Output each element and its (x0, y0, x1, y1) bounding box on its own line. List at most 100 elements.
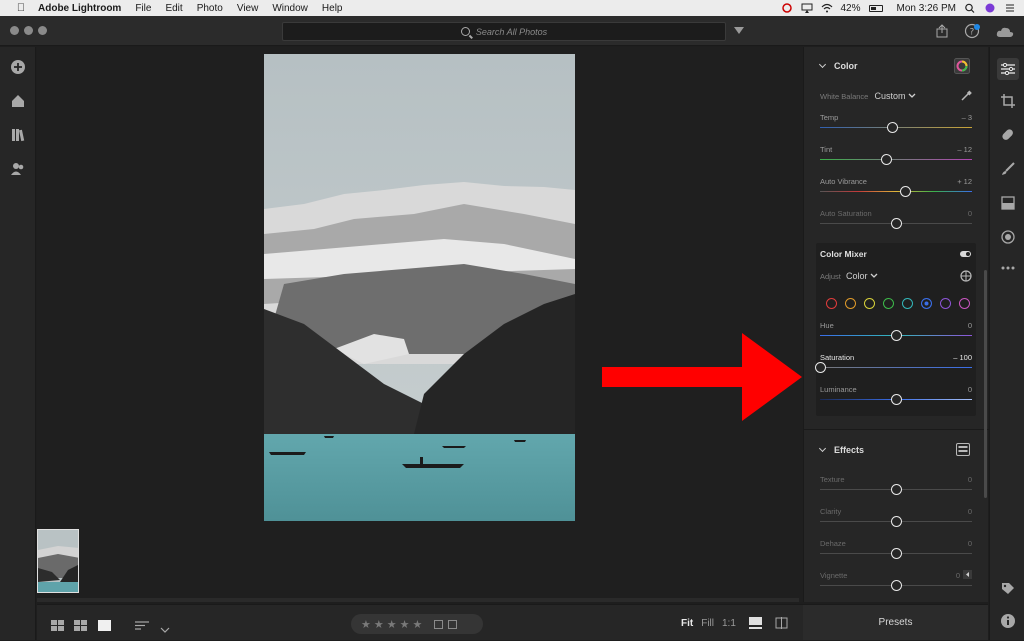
mixer-saturation-knob[interactable] (814, 362, 826, 373)
window-minimize-button[interactable] (24, 26, 33, 35)
keywords-tag-icon[interactable] (1000, 581, 1016, 597)
color-swatch-3[interactable] (883, 298, 894, 309)
tint-slider[interactable]: Tint – 12 (820, 145, 972, 175)
library-icon[interactable] (10, 127, 26, 143)
rating-stars[interactable]: ★★★★★ (351, 614, 483, 634)
share-icon[interactable] (936, 24, 948, 43)
vibrance-track[interactable] (820, 191, 972, 192)
dehaze-slider[interactable]: Dehaze 0 (820, 539, 972, 569)
menu-window[interactable]: Window (272, 3, 308, 14)
vibrance-knob[interactable] (899, 186, 911, 197)
home-icon[interactable] (10, 93, 26, 109)
vignette-expand-icon[interactable] (963, 570, 972, 579)
sort-icon[interactable] (135, 618, 149, 630)
tint-knob[interactable] (881, 154, 893, 165)
mixer-luminance-slider[interactable]: Luminance 0 (820, 385, 972, 415)
clarity-slider[interactable]: Clarity 0 (820, 507, 972, 537)
sort-chevron-down-icon[interactable] (160, 620, 172, 633)
mixer-luminance-knob[interactable] (890, 394, 902, 405)
brush-icon[interactable] (1000, 161, 1016, 177)
color-swatch-4[interactable] (902, 298, 913, 309)
effects-panel-icon[interactable] (956, 443, 970, 458)
clarity-knob[interactable] (890, 516, 902, 527)
filmstrip-thumbnail[interactable] (37, 529, 79, 593)
canvas-horizontal-scrollbar[interactable] (37, 598, 799, 602)
vignette-slider[interactable]: Vignette 0 (820, 570, 972, 601)
color-mixer-toggle[interactable] (960, 251, 971, 257)
battery-icon[interactable] (868, 4, 883, 12)
main-photo[interactable] (264, 54, 575, 521)
dehaze-knob[interactable] (890, 548, 902, 559)
texture-slider[interactable]: Texture 0 (820, 475, 972, 505)
flag-reject-icon[interactable] (448, 619, 458, 629)
auto-vibrance-slider[interactable]: Auto Vibrance + 12 (820, 177, 972, 207)
eyedropper-icon[interactable] (960, 90, 972, 104)
menu-view[interactable]: View (237, 3, 259, 14)
photo-grid-view-icon[interactable] (74, 618, 87, 631)
airplay-icon[interactable] (801, 3, 813, 13)
creative-cloud-status-icon[interactable] (781, 3, 793, 13)
mixer-hue-slider[interactable]: Hue 0 (820, 321, 972, 351)
window-close-button[interactable] (10, 26, 19, 35)
color-swatch-2[interactable] (864, 298, 875, 309)
filter-icon[interactable] (734, 27, 744, 34)
tint-track[interactable] (820, 159, 972, 160)
show-original-icon[interactable] (749, 616, 762, 629)
crop-icon[interactable] (1000, 93, 1016, 109)
color-wheel-icon[interactable] (954, 58, 970, 76)
search-field[interactable]: Search All Photos (282, 22, 726, 41)
vignette-knob[interactable] (890, 580, 902, 591)
menu-photo[interactable]: Photo (197, 3, 223, 14)
adjust-dropdown[interactable]: Color (846, 271, 878, 281)
mixer-saturation-slider[interactable]: Saturation – 100 (814, 353, 972, 383)
app-menu-name[interactable]: Adobe Lightroom (38, 3, 121, 14)
window-zoom-button[interactable] (38, 26, 47, 35)
more-options-icon[interactable] (1000, 259, 1016, 275)
mixer-hue-knob[interactable] (890, 330, 902, 341)
compare-view-icon[interactable] (775, 616, 788, 629)
panel-scrollbar[interactable] (984, 270, 987, 498)
help-icon[interactable]: ? (964, 23, 980, 44)
menubar-clock[interactable]: Mon 3:26 PM (897, 3, 956, 14)
temp-slider[interactable]: Temp – 3 (820, 113, 972, 143)
wifi-icon[interactable] (821, 3, 833, 13)
color-swatch-0[interactable] (826, 298, 837, 309)
detail-view-icon[interactable] (98, 618, 111, 631)
flag-pick-icon[interactable] (434, 619, 444, 629)
edit-sliders-icon[interactable] (997, 58, 1019, 80)
color-swatch-5[interactable] (921, 298, 932, 309)
white-balance-dropdown[interactable]: Custom (874, 91, 916, 101)
color-swatch-7[interactable] (959, 298, 970, 309)
targeted-adjustment-icon[interactable] (960, 269, 972, 287)
photo-canvas[interactable] (37, 47, 803, 602)
notification-center-icon[interactable] (1004, 3, 1016, 13)
spotlight-icon[interactable] (964, 3, 976, 13)
siri-icon[interactable] (984, 3, 996, 13)
color-section-header[interactable]: Color (804, 57, 989, 77)
star-rating[interactable]: ★★★★★ (361, 618, 425, 631)
auto-saturation-knob[interactable] (890, 218, 902, 229)
texture-knob[interactable] (890, 484, 902, 495)
menu-edit[interactable]: Edit (165, 3, 182, 14)
linear-gradient-icon[interactable] (1000, 195, 1016, 211)
auto-saturation-slider[interactable]: Auto Saturation 0 (820, 209, 972, 239)
square-grid-view-icon[interactable] (51, 618, 64, 631)
cloud-sync-icon[interactable] (996, 25, 1014, 43)
mixer-saturation-track[interactable] (820, 367, 972, 368)
healing-brush-icon[interactable] (1000, 127, 1016, 143)
info-icon[interactable] (1000, 613, 1016, 629)
zoom-fit-button[interactable]: Fit (681, 618, 693, 629)
presets-button[interactable]: Presets (803, 604, 988, 640)
add-photos-icon[interactable] (10, 59, 26, 75)
apple-menu-icon[interactable]:  (14, 2, 28, 14)
zoom-fill-button[interactable]: Fill (701, 618, 714, 629)
menu-help[interactable]: Help (322, 3, 343, 14)
radial-gradient-icon[interactable] (1000, 229, 1016, 245)
temp-knob[interactable] (887, 122, 899, 133)
people-icon[interactable] (10, 161, 26, 177)
menu-file[interactable]: File (135, 3, 151, 14)
effects-section-header[interactable]: Effects (804, 441, 989, 461)
color-swatch-6[interactable] (940, 298, 951, 309)
zoom-1to1-button[interactable]: 1:1 (722, 618, 736, 629)
color-swatch-1[interactable] (845, 298, 856, 309)
